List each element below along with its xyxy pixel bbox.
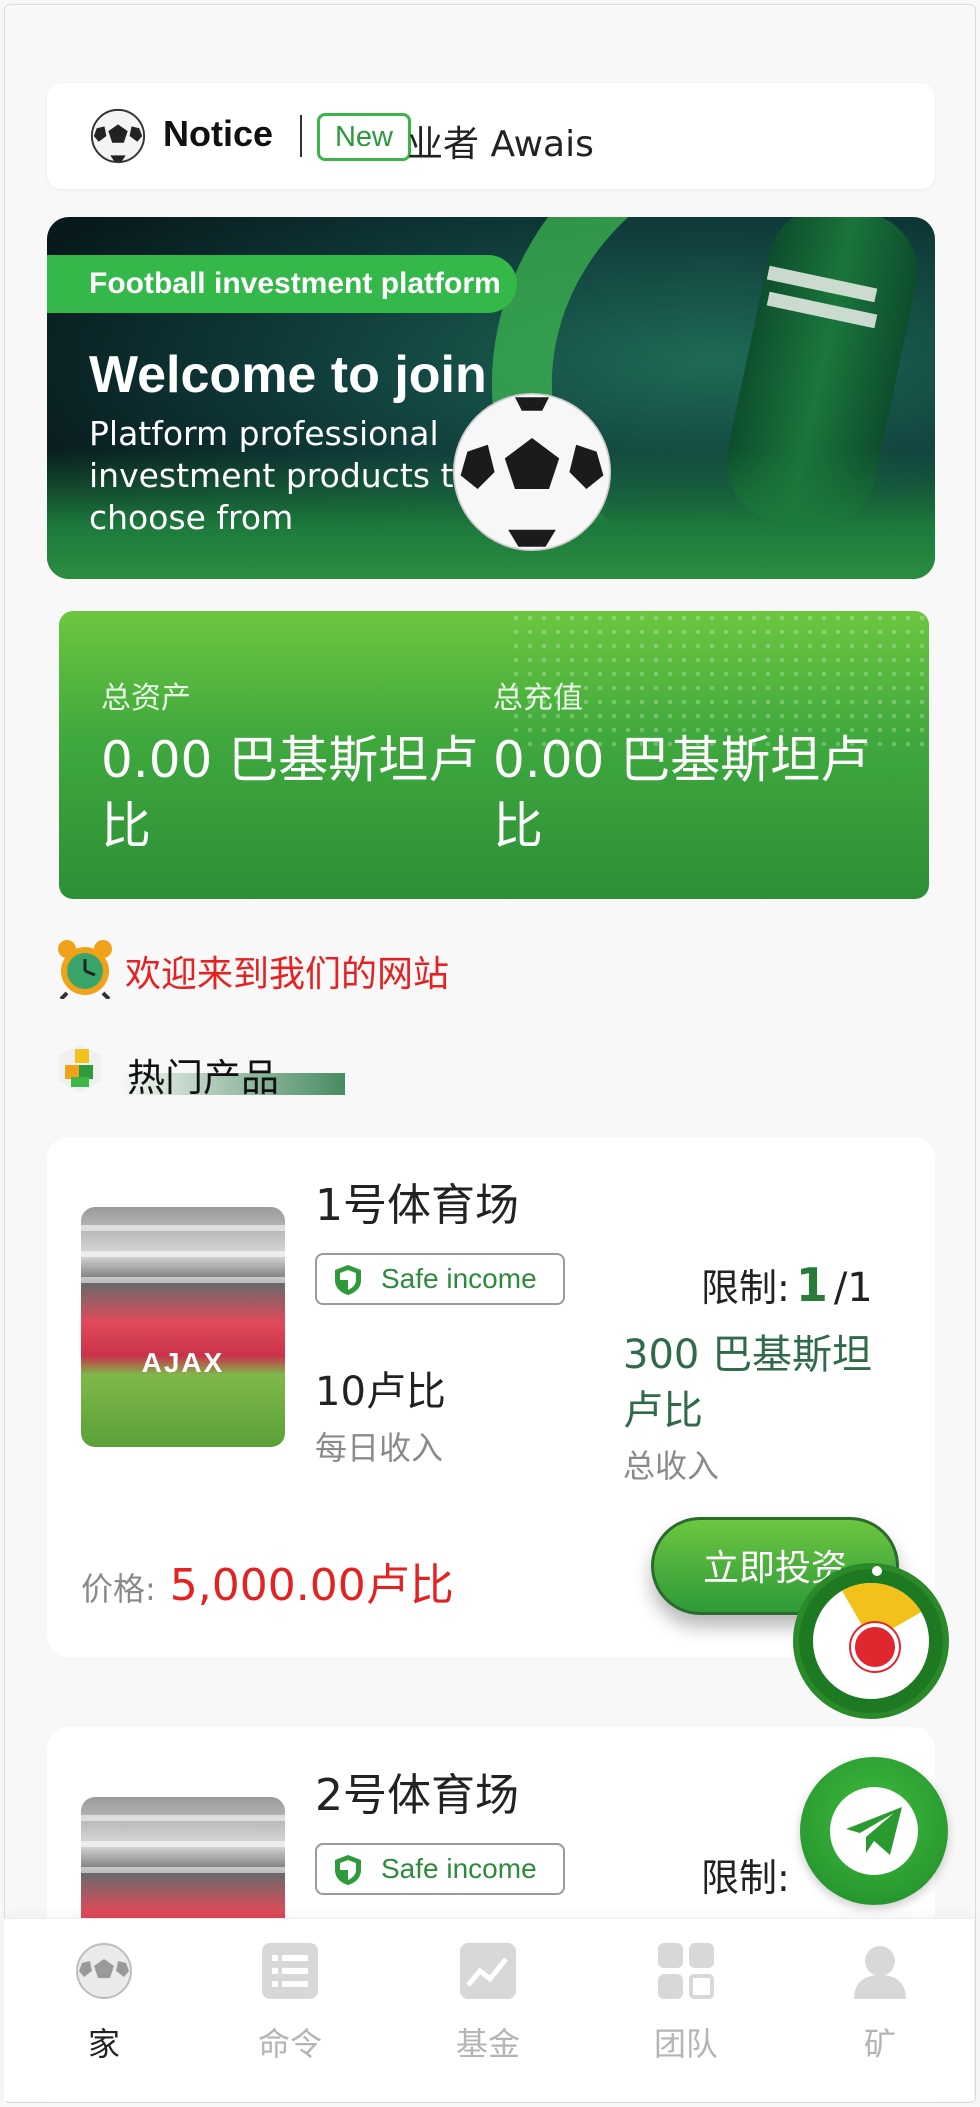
total-recharge-value: 0.00 巴基斯坦卢比: [493, 731, 871, 855]
asset-summary-card: 总资产 0.00 巴基斯坦卢比 总充值 0.00 巴基斯坦卢比: [59, 611, 929, 899]
purchase-limit: 限制:: [701, 1847, 790, 1902]
soccer-ball-icon: [76, 1943, 132, 1999]
nav-label: 命令: [257, 2025, 322, 2063]
wheel-face: [813, 1583, 929, 1699]
chart-icon: [460, 1943, 516, 1999]
nav-item-team[interactable]: 团队: [626, 1941, 746, 2065]
nav-label: 基金: [455, 2025, 520, 2063]
list-icon: [262, 1943, 318, 1999]
daily-income-value: 10卢比: [315, 1369, 446, 1415]
nav-label: 矿: [863, 2025, 896, 2063]
stand-row: [81, 1225, 285, 1231]
alarm-clock-icon: [58, 940, 112, 999]
stand-row: [81, 1867, 285, 1873]
notice-divider: [300, 115, 302, 157]
limit-label: 限制:: [701, 1856, 790, 1900]
limit-used: 1: [795, 1258, 828, 1312]
total-assets: 总资产 0.00 巴基斯坦卢比: [101, 673, 491, 859]
safe-income-badge: Safe income: [315, 1253, 565, 1305]
lucky-wheel-button[interactable]: [793, 1563, 949, 1719]
wheel-hub: [851, 1623, 899, 1671]
soccer-ball-image: [452, 392, 612, 552]
purchase-limit: 限制: 1/1: [701, 1257, 873, 1312]
safe-income-text: Safe income: [381, 1853, 537, 1884]
total-assets-label: 总资产: [101, 681, 191, 716]
price-label: 价格:: [81, 1570, 156, 1608]
safe-income-badge: Safe income: [315, 1843, 565, 1895]
total-recharge-label: 总充值: [493, 681, 583, 716]
promo-banner[interactable]: Football investment platform Welcome to …: [47, 217, 935, 579]
soccer-ball-icon: [90, 108, 146, 164]
stadium-image: AJAX: [81, 1207, 285, 1447]
total-income-label: 总收入: [623, 1447, 720, 1485]
welcome-text: 欢迎来到我们的网站: [125, 954, 450, 995]
nav-item-fund[interactable]: 基金: [428, 1941, 548, 2065]
notice-marquee-text: 业者 Awais: [407, 124, 594, 165]
nav-item-mine[interactable]: 矿: [820, 1941, 940, 2065]
price-value: 5,000.00卢比: [169, 1560, 454, 1611]
wheel-pin: [872, 1566, 882, 1576]
nav-item-orders[interactable]: 命令: [230, 1941, 350, 2065]
stand-row: [81, 1815, 285, 1821]
daily-income-label: 每日收入: [315, 1429, 444, 1467]
telegram-button[interactable]: [800, 1757, 948, 1905]
stadium-banner-text: AJAX: [141, 1347, 225, 1378]
user-icon: [854, 1946, 906, 1999]
nav-label: 家: [87, 2025, 120, 2063]
app-frame: Notice New 业者 Awais Football investment …: [4, 4, 976, 2103]
banner-tag: Football investment platform: [47, 255, 517, 313]
stand-row: [81, 1277, 285, 1283]
hot-products-title: 热门产品: [127, 1056, 280, 1100]
product-name: 1号体育场: [315, 1180, 519, 1231]
limit-label: 限制:: [701, 1266, 790, 1310]
bottom-nav: 家 命令 基金 团队 矿: [4, 1918, 974, 2101]
banner-headline: Welcome to join: [89, 346, 487, 404]
product-card[interactable]: AJAX 1号体育场 Safe income 限制: 1/1 10卢比 每日收入 …: [47, 1137, 935, 1657]
new-badge: New: [317, 113, 411, 161]
paper-plane-icon: [846, 1807, 902, 1855]
limit-total: /1: [833, 1265, 873, 1311]
daily-income: 10卢比 每日收入: [315, 1359, 446, 1469]
product-name: 2号体育场: [315, 1770, 519, 1821]
shield-icon: [335, 1265, 361, 1295]
cubes-icon: [59, 1045, 101, 1093]
total-assets-value: 0.00 巴基斯坦卢比: [101, 731, 479, 855]
stand-row: [81, 1251, 285, 1257]
product-price: 价格: 5,000.00卢比: [81, 1549, 454, 1613]
total-income: 300 巴基斯坦卢比 总收入: [623, 1327, 883, 1487]
notice-title: Notice: [163, 113, 274, 154]
total-income-value: 300 巴基斯坦卢比: [623, 1332, 873, 1434]
notice-bar[interactable]: Notice New 业者 Awais: [47, 83, 935, 189]
safe-income-text: Safe income: [381, 1263, 537, 1294]
nav-item-home[interactable]: 家: [44, 1941, 164, 2065]
grid-icon: [658, 1943, 714, 1999]
total-recharge: 总充值 0.00 巴基斯坦卢比: [493, 673, 883, 859]
nav-label: 团队: [653, 2025, 718, 2063]
stand-row: [81, 1841, 285, 1847]
shield-icon: [335, 1855, 361, 1885]
